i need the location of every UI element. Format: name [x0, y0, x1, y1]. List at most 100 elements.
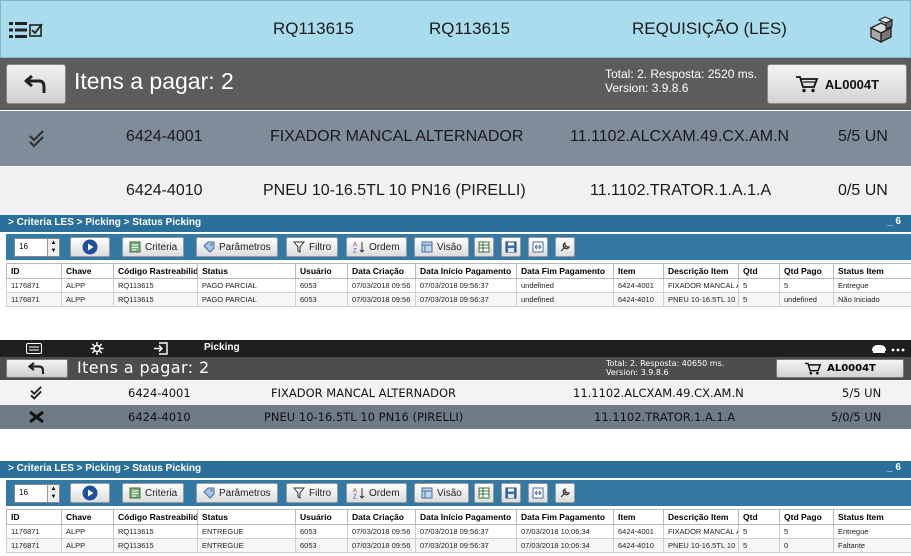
- column-header[interactable]: Data Início Pagamento: [415, 509, 517, 525]
- expand-button[interactable]: [528, 237, 548, 257]
- menu-checklist-icon[interactable]: [9, 21, 43, 39]
- items-header-bar-dark: Itens a pagar: 2 Total: 2. Resposta: 406…: [0, 357, 911, 380]
- minimize-button[interactable]: _ 6: [887, 216, 901, 227]
- table-cell: 07/03/2018 09:56:37: [415, 538, 517, 553]
- table-cell: 07/03/2018 10:06:34: [516, 524, 614, 539]
- criteria-button[interactable]: Criteria: [122, 483, 185, 503]
- response-info: Total: 2. Resposta: 2520 ms. Version: 3.…: [605, 67, 757, 95]
- column-header[interactable]: Data Fim Pagamento: [516, 509, 614, 525]
- parametros-label: Parâmetros: [219, 487, 271, 499]
- column-header[interactable]: ID: [6, 263, 62, 279]
- column-header[interactable]: Data Criação: [347, 509, 416, 525]
- filtro-button[interactable]: Filtro: [286, 237, 339, 257]
- list-item[interactable]: 6424-4001 FIXADOR MANCAL ALTERNADOR 11.1…: [0, 111, 911, 166]
- tab-picking[interactable]: Picking: [204, 342, 240, 353]
- column-header[interactable]: Qtd Pago: [779, 263, 834, 279]
- run-button[interactable]: [70, 237, 110, 257]
- column-header[interactable]: Item: [613, 263, 664, 279]
- column-header[interactable]: Código Rastreabilid.: [113, 263, 198, 279]
- column-header[interactable]: Descrição Item: [663, 509, 739, 525]
- filter-icon: [293, 487, 305, 499]
- column-header[interactable]: Item: [613, 509, 664, 525]
- list-item[interactable]: 6424-4001 FIXADOR MANCAL ALTERNADOR 11.1…: [0, 381, 911, 405]
- column-header[interactable]: ID: [6, 509, 62, 525]
- stepper-arrows-icon[interactable]: ▲ ▼: [47, 485, 59, 502]
- gear-icon[interactable]: [90, 342, 104, 355]
- table-cell: RQ113615: [113, 538, 198, 553]
- ordem-button[interactable]: AZ Ordem: [346, 483, 407, 503]
- visao-button[interactable]: Visão: [414, 237, 469, 257]
- column-header[interactable]: Status: [197, 509, 296, 525]
- view-icon: [421, 487, 433, 499]
- play-icon: [82, 485, 98, 501]
- column-header[interactable]: Data Início Pagamento: [415, 263, 517, 279]
- save-icon: [505, 487, 517, 499]
- column-header[interactable]: Status: [197, 263, 296, 279]
- list-item[interactable]: 6424-4010 PNEU 10-16.5TL 10 PN16 (PIRELL…: [0, 405, 911, 429]
- column-header[interactable]: Chave: [61, 263, 114, 279]
- minimize-button[interactable]: _ 6: [887, 462, 901, 473]
- app-version: Version: 3.9.8.6: [605, 81, 689, 95]
- export-excel-button[interactable]: [474, 237, 494, 257]
- visao-button[interactable]: Visão: [414, 483, 469, 503]
- filtro-button[interactable]: Filtro: [286, 483, 339, 503]
- table-row[interactable]: 1176871 ALPP RQ113615 PAGO PARCIAL 6053 07/03…: [6, 278, 911, 293]
- column-header[interactable]: Data Criação: [347, 263, 416, 279]
- ordem-button[interactable]: AZ Ordem: [346, 237, 407, 257]
- table-cell: 07/03/2018 09:56: [347, 278, 416, 293]
- settings-button[interactable]: [555, 237, 575, 257]
- item-code: 6424-4010: [128, 410, 191, 424]
- run-button[interactable]: [70, 483, 110, 503]
- table-row[interactable]: 1176871 ALPP RQ113615 PAGO PARCIAL 6053 07/03…: [6, 292, 911, 307]
- table-cell: RQ113615: [113, 292, 198, 307]
- column-header[interactable]: Código Rastreabilid.: [113, 509, 198, 525]
- column-header[interactable]: Usuário: [295, 509, 348, 525]
- export-excel-button[interactable]: [474, 483, 494, 503]
- table-cell: 6424-4001: [613, 524, 664, 539]
- expand-button[interactable]: [528, 483, 548, 503]
- back-button[interactable]: [6, 64, 66, 104]
- column-header[interactable]: Chave: [61, 509, 114, 525]
- boxes-icon[interactable]: [867, 14, 897, 44]
- table-cell: 1176871: [6, 538, 62, 553]
- table-cell: 07/03/2018 09:56:37: [415, 524, 517, 539]
- parametros-button[interactable]: Parâmetros: [196, 483, 278, 503]
- table-cell: undefined: [516, 292, 614, 307]
- table-cell: PAGO PARCIAL: [197, 278, 296, 293]
- column-header[interactable]: Qtd Pago: [779, 509, 834, 525]
- list-item[interactable]: 6424-4010 PNEU 10-16.5TL 10 PN16 (PIRELL…: [0, 167, 911, 216]
- item-location: 11.1102.ALCXAM.49.CX.AM.N: [573, 386, 744, 400]
- column-header[interactable]: Usuário: [295, 263, 348, 279]
- table-cell: 07/03/2018 09:56: [347, 292, 416, 307]
- criteria-button[interactable]: Criteria: [122, 237, 185, 257]
- table-row[interactable]: 1176871 ALPP RQ113615 ENTREGUE 6053 07/03/201…: [6, 538, 911, 553]
- page-size-stepper[interactable]: 16 ▲ ▼: [14, 238, 60, 257]
- back-button[interactable]: [6, 359, 68, 378]
- page-size-stepper[interactable]: 16 ▲ ▼: [14, 484, 60, 503]
- stepper-arrows-icon[interactable]: ▲ ▼: [47, 239, 59, 256]
- items-header-bar: Itens a pagar: 2 Total: 2. Resposta: 252…: [0, 58, 911, 110]
- save-button[interactable]: [501, 237, 521, 257]
- status-table: ID Chave Código Rastreabilid. Status Usuário…: [6, 509, 911, 553]
- keyboard-icon[interactable]: [26, 343, 42, 354]
- table-cell: RQ113615: [113, 278, 198, 293]
- column-header[interactable]: Descrição Item: [663, 263, 739, 279]
- settings-button[interactable]: [555, 483, 575, 503]
- save-button[interactable]: [501, 483, 521, 503]
- table-cell: RQ113615: [113, 524, 198, 539]
- cart-button[interactable]: AL0004T: [776, 359, 904, 378]
- column-header[interactable]: Qtd: [738, 509, 780, 525]
- expand-icon: [532, 487, 544, 499]
- cart-button[interactable]: AL0004T: [767, 64, 907, 104]
- table-cell: 07/03/2018 09:56:37: [415, 278, 517, 293]
- table-row[interactable]: 1176871 ALPP RQ113615 ENTREGUE 6053 07/03/201…: [6, 524, 911, 539]
- more-options-icon[interactable]: [870, 342, 906, 355]
- checkmark-icon: [29, 386, 44, 400]
- item-code: 6424-4010: [126, 182, 203, 199]
- column-header[interactable]: Data Fim Pagamento: [516, 263, 614, 279]
- parametros-button[interactable]: Parâmetros: [196, 237, 278, 257]
- column-header[interactable]: Status Item: [833, 263, 911, 279]
- column-header[interactable]: Status Item: [833, 509, 911, 525]
- column-header[interactable]: Qtd: [738, 263, 780, 279]
- login-icon[interactable]: [153, 342, 168, 355]
